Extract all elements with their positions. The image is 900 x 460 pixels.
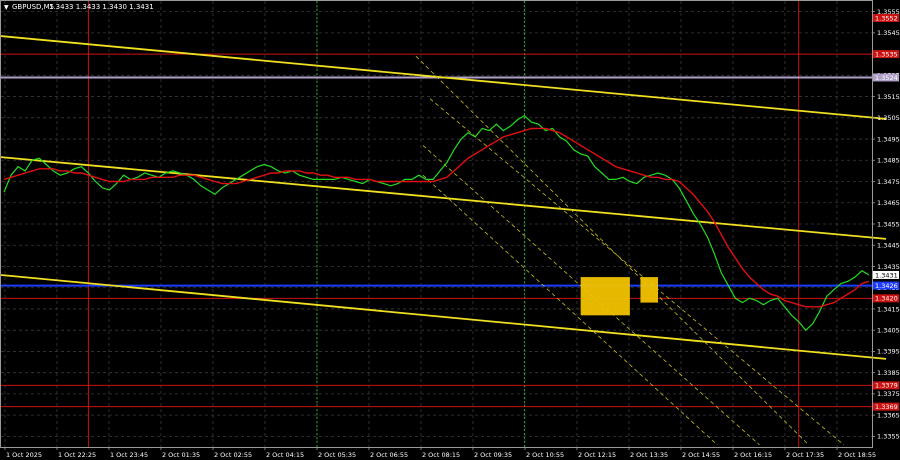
price-tick-label: 1.3545: [877, 29, 900, 37]
highlight-box: [640, 277, 659, 303]
price-tick-label: 1.3485: [877, 157, 900, 165]
price-tick-label: 1.3355: [877, 433, 900, 441]
chart-background: [0, 0, 900, 460]
symbol-header: ▼ GBPUSD,M5 1.3433 1.3433 1.3430 1.3431: [4, 3, 154, 11]
price-label-text: 1.3431: [875, 271, 898, 279]
time-tick-label: 2 Oct 09:35: [474, 451, 512, 459]
price-tick-label: 1.3495: [877, 135, 900, 143]
time-tick-label: 2 Oct 13:35: [630, 451, 668, 459]
price-tick-label: 1.3395: [877, 348, 900, 356]
price-tick-label: 1.3445: [877, 242, 900, 250]
price-tick-label: 1.3435: [877, 263, 900, 271]
time-tick-label: 2 Oct 12:15: [578, 451, 616, 459]
highlight-box: [580, 277, 630, 316]
time-tick-label: 2 Oct 05:35: [318, 451, 356, 459]
price-tick-label: 1.3515: [877, 93, 900, 101]
price-label-text: 1.3426: [875, 282, 898, 290]
price-label-text: 1.3552: [875, 14, 898, 22]
price-tick-label: 1.3465: [877, 199, 900, 207]
time-tick-label: 2 Oct 02:55: [214, 451, 252, 459]
time-tick-label: 2 Oct 14:55: [682, 451, 720, 459]
price-tick-label: 1.3415: [877, 305, 900, 313]
price-label-text: 1.3524: [875, 74, 898, 82]
ohlc-readout: 1.3433 1.3433 1.3430 1.3431: [49, 3, 154, 11]
time-tick-label: 2 Oct 08:15: [422, 451, 460, 459]
price-tick-label: 1.3405: [877, 326, 900, 334]
price-tick-label: 1.3365: [877, 411, 900, 419]
price-tick-label: 1.3385: [877, 369, 900, 377]
time-tick-label: 2 Oct 01:35: [162, 451, 200, 459]
price-chart: 1.35551.35451.35351.35251.35151.35051.34…: [0, 0, 900, 460]
price-label-text: 1.3420: [875, 295, 898, 303]
price-tick-label: 1.3505: [877, 114, 900, 122]
time-tick-label: 1 Oct 23:45: [110, 451, 148, 459]
time-tick-label: 2 Oct 18:55: [838, 451, 876, 459]
price-tick-label: 1.3455: [877, 220, 900, 228]
price-label-text: 1.3369: [875, 403, 898, 411]
price-tick-label: 1.3375: [877, 390, 900, 398]
symbol-title: GBPUSD,M5: [12, 3, 54, 11]
price-tick-label: 1.3475: [877, 178, 900, 186]
time-tick-label: 2 Oct 10:55: [526, 451, 564, 459]
collapse-triangle-icon[interactable]: ▼: [4, 4, 9, 11]
time-tick-label: 2 Oct 16:15: [734, 451, 772, 459]
time-tick-label: 2 Oct 06:55: [370, 451, 408, 459]
time-tick-label: 2 Oct 17:35: [786, 451, 824, 459]
price-label-text: 1.3379: [875, 382, 898, 390]
price-label-text: 1.3535: [875, 50, 898, 58]
time-tick-label: 1 Oct 2025: [6, 451, 42, 459]
time-tick-label: 1 Oct 22:25: [58, 451, 96, 459]
time-tick-label: 2 Oct 04:15: [266, 451, 304, 459]
